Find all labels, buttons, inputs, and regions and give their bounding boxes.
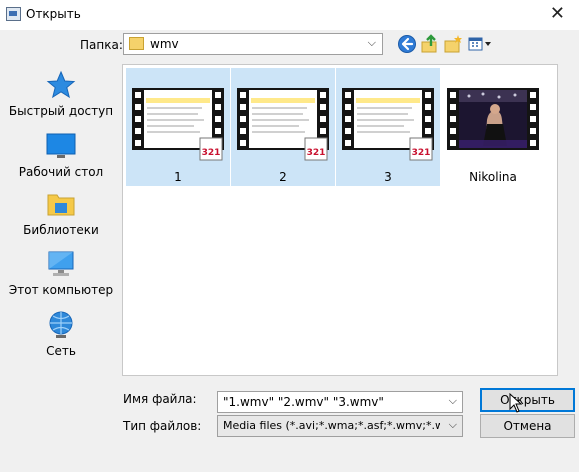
close-icon[interactable]: ✕	[550, 3, 565, 25]
libraries-icon	[47, 194, 75, 216]
chevron-down-icon: ⌵	[448, 418, 457, 431]
filetype-label: Тип файлов:	[123, 419, 202, 433]
place-network[interactable]: Сеть	[3, 310, 119, 358]
file-item-2[interactable]: 321 2	[231, 68, 335, 186]
place-label: Рабочий стол	[18, 165, 104, 179]
file-name: 3	[384, 170, 392, 184]
svg-text:321: 321	[202, 148, 221, 158]
place-label: Сеть	[46, 344, 76, 358]
folder-value: wmv	[150, 37, 179, 51]
place-this-pc[interactable]: Этот компьютер	[3, 249, 119, 297]
filename-input[interactable]: "1.wmv" "2.wmv" "3.wmv" ⌵	[217, 391, 463, 413]
file-name: 2	[279, 170, 287, 184]
mouse-cursor-icon	[509, 393, 523, 413]
place-label: Быстрый доступ	[8, 104, 114, 118]
filetype-select[interactable]: Media files (*.avi;*.wma;*.asf;*.wmv;*.w…	[217, 415, 463, 437]
up-folder-icon[interactable]	[420, 34, 440, 54]
place-label: Этот компьютер	[8, 283, 114, 297]
desktop-icon	[46, 133, 76, 158]
svg-text:321: 321	[412, 148, 431, 158]
network-icon	[49, 311, 73, 338]
scrollbar[interactable]	[558, 64, 576, 376]
places-bar: Быстрый доступ Рабочий стол Библиотеки Э…	[3, 58, 119, 380]
file-item-1[interactable]: 321 1	[126, 68, 230, 186]
video-thumbnail-icon: 321	[237, 88, 329, 161]
file-item-nikolina[interactable]: Nikolina	[441, 68, 545, 186]
file-list-view[interactable]: 321 1 321 2 321 3 Nikolina	[122, 64, 558, 376]
computer-icon	[48, 251, 74, 276]
file-item-3[interactable]: 321 3	[336, 68, 440, 186]
svg-text:321: 321	[307, 148, 326, 158]
folder-label: Папка:	[80, 38, 123, 52]
file-name: Nikolina	[469, 170, 517, 184]
open-button[interactable]: Открыть	[480, 388, 575, 412]
filetype-value: Media files (*.avi;*.wma;*.asf;*.wmv;*.w…	[223, 419, 440, 432]
chevron-down-icon: ⌵	[367, 36, 376, 49]
video-thumbnail-icon: 321	[342, 88, 434, 161]
folder-icon	[129, 37, 144, 50]
folder-select[interactable]: wmv ⌵	[123, 33, 383, 55]
view-menu-icon[interactable]	[467, 34, 493, 54]
window-title: Открыть	[26, 7, 81, 21]
video-thumbnail-icon: 321	[132, 88, 224, 161]
place-label: Библиотеки	[23, 223, 99, 237]
app-window-icon	[6, 7, 21, 21]
star-icon	[46, 70, 76, 99]
title-bar: Открыть ✕	[0, 0, 579, 30]
place-desktop[interactable]: Рабочий стол	[3, 131, 119, 179]
place-libraries[interactable]: Библиотеки	[3, 189, 119, 237]
place-quick-access[interactable]: Быстрый доступ	[3, 70, 119, 118]
file-name: 1	[174, 170, 182, 184]
video-thumbnail-icon	[447, 88, 539, 150]
back-icon[interactable]	[397, 34, 417, 54]
cancel-button[interactable]: Отмена	[480, 414, 575, 438]
chevron-down-icon[interactable]: ⌵	[449, 394, 457, 408]
filename-value: "1.wmv" "2.wmv" "3.wmv"	[223, 395, 384, 409]
new-folder-icon[interactable]	[443, 34, 463, 54]
filename-label: Имя файла:	[123, 392, 197, 406]
